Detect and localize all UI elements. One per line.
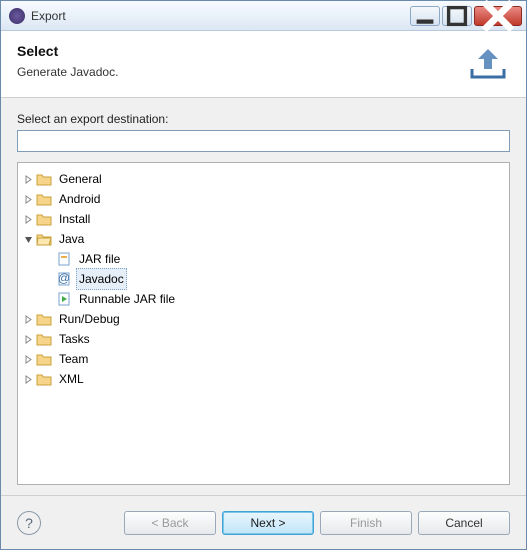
- expand-icon[interactable]: [22, 333, 34, 345]
- expand-icon[interactable]: [22, 193, 34, 205]
- expand-icon[interactable]: [22, 313, 34, 325]
- tree-item-java[interactable]: Java JAR file: [22, 229, 505, 309]
- tree-label: Tasks: [56, 328, 93, 350]
- tree-label: XML: [56, 368, 87, 390]
- tree-label: Install: [56, 208, 93, 230]
- tree-item-general[interactable]: General: [22, 169, 505, 189]
- tree-item-android[interactable]: Android: [22, 189, 505, 209]
- folder-open-icon: [36, 232, 52, 246]
- maximize-button[interactable]: [442, 6, 472, 26]
- folder-icon: [36, 332, 52, 346]
- folder-icon: [36, 352, 52, 366]
- back-button[interactable]: < Back: [124, 511, 216, 535]
- export-banner-icon: [466, 43, 510, 83]
- tree-item-xml[interactable]: XML: [22, 369, 505, 389]
- folder-icon: [36, 212, 52, 226]
- page-title: Select: [17, 43, 466, 59]
- jar-file-icon: [56, 252, 72, 266]
- help-button[interactable]: ?: [17, 511, 41, 535]
- tree-item-team[interactable]: Team: [22, 349, 505, 369]
- export-tree[interactable]: General Android Install: [17, 162, 510, 485]
- eclipse-icon: [9, 8, 25, 24]
- export-filter-input[interactable]: [17, 130, 510, 152]
- minimize-button[interactable]: [410, 6, 440, 26]
- close-button[interactable]: [474, 6, 522, 26]
- folder-icon: [36, 192, 52, 206]
- tree-item-install[interactable]: Install: [22, 209, 505, 229]
- tree-label: Java: [56, 228, 87, 250]
- window-title: Export: [31, 9, 410, 23]
- tree-label: Run/Debug: [56, 308, 123, 330]
- export-wizard-window: Export Select Generate Javadoc. Select a…: [0, 0, 527, 550]
- tree-item-tasks[interactable]: Tasks: [22, 329, 505, 349]
- next-button[interactable]: Next >: [222, 511, 314, 535]
- tree-label: Android: [56, 188, 103, 210]
- finish-button[interactable]: Finish: [320, 511, 412, 535]
- expand-icon[interactable]: [22, 213, 34, 225]
- tree-item-jar-file[interactable]: JAR file: [42, 249, 505, 269]
- tree-item-javadoc[interactable]: @ Javadoc: [42, 269, 505, 289]
- tree-label: Javadoc: [76, 268, 127, 290]
- expand-icon[interactable]: [22, 173, 34, 185]
- tree-label: Runnable JAR file: [76, 288, 178, 310]
- titlebar[interactable]: Export: [1, 1, 526, 31]
- folder-icon: [36, 172, 52, 186]
- expand-icon[interactable]: [22, 353, 34, 365]
- window-controls: [410, 6, 522, 26]
- page-subtitle: Generate Javadoc.: [17, 65, 466, 79]
- folder-icon: [36, 312, 52, 326]
- runnable-jar-icon: [56, 292, 72, 306]
- tree-label: General: [56, 168, 105, 190]
- wizard-footer: ? < Back Next > Finish Cancel: [1, 495, 526, 549]
- javadoc-icon: @: [56, 272, 72, 286]
- tree-label: Team: [56, 348, 91, 370]
- wizard-header: Select Generate Javadoc.: [1, 31, 526, 98]
- cancel-button[interactable]: Cancel: [418, 511, 510, 535]
- svg-text:@: @: [58, 272, 70, 285]
- wizard-content: Select an export destination: General An…: [1, 98, 526, 495]
- folder-icon: [36, 372, 52, 386]
- collapse-icon[interactable]: [22, 233, 34, 245]
- tree-item-runnable-jar[interactable]: Runnable JAR file: [42, 289, 505, 309]
- destination-label: Select an export destination:: [17, 112, 510, 126]
- tree-item-rundebug[interactable]: Run/Debug: [22, 309, 505, 329]
- expand-icon[interactable]: [22, 373, 34, 385]
- tree-label: JAR file: [76, 248, 123, 270]
